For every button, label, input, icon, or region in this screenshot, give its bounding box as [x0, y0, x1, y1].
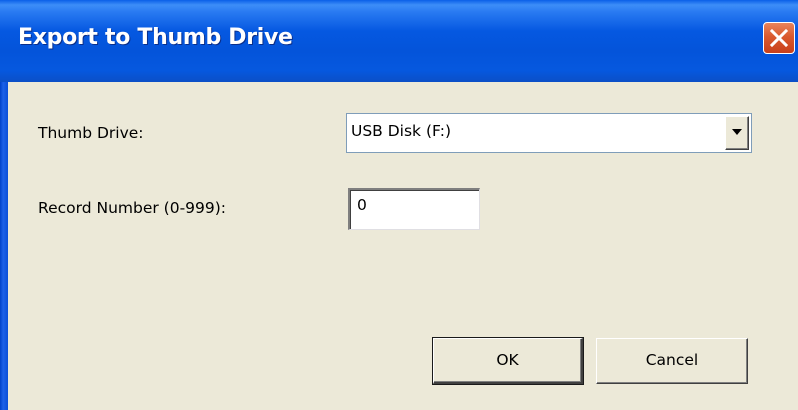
- close-icon: [769, 28, 789, 48]
- thumb-drive-selected-value: USB Disk (F:): [351, 122, 451, 140]
- dropdown-arrow-button[interactable]: [725, 116, 749, 150]
- record-number-value: 0: [357, 196, 367, 214]
- dialog-title: Export to Thumb Drive: [18, 25, 293, 50]
- title-bar[interactable]: Export to Thumb Drive: [0, 0, 798, 82]
- export-dialog: Export to Thumb Drive Thumb Drive: USB D…: [0, 0, 798, 410]
- thumb-drive-dropdown[interactable]: USB Disk (F:): [346, 113, 752, 153]
- record-number-input[interactable]: 0: [348, 188, 480, 230]
- close-button[interactable]: [763, 22, 795, 54]
- thumb-drive-label: Thumb Drive:: [38, 124, 144, 142]
- record-number-label: Record Number (0-999):: [38, 199, 227, 217]
- ok-button[interactable]: OK: [433, 338, 583, 384]
- window-frame-left: [0, 82, 8, 410]
- cancel-button[interactable]: Cancel: [596, 338, 748, 384]
- chevron-down-icon: [732, 129, 742, 135]
